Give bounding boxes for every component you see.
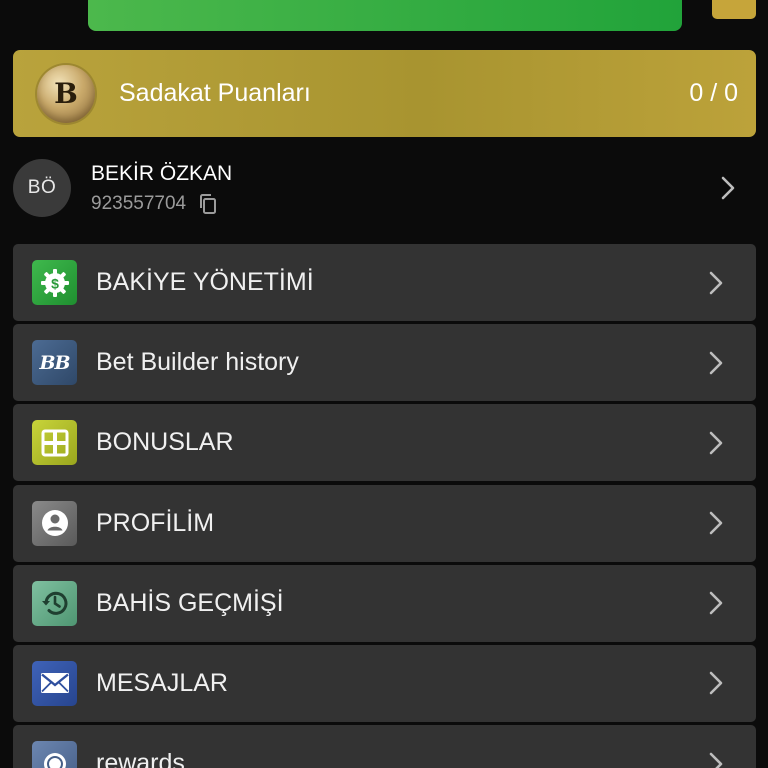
chevron-right-icon bbox=[702, 669, 730, 697]
top-gold-button[interactable] bbox=[712, 0, 756, 19]
chevron-right-icon bbox=[702, 429, 730, 457]
avatar-initials: BÖ bbox=[27, 177, 57, 198]
loyalty-title: Sadakat Puanları bbox=[119, 79, 311, 107]
bonus-gift-icon bbox=[32, 420, 77, 466]
menu-item-rewards[interactable]: rewards bbox=[13, 725, 756, 768]
top-action-button[interactable] bbox=[88, 0, 682, 31]
user-profile-row[interactable]: BÖ BEKİR ÖZKAN 923557704 bbox=[13, 150, 756, 226]
chevron-right-icon bbox=[702, 349, 730, 377]
loyalty-value: 0 / 0 bbox=[689, 79, 738, 107]
menu-item-bet-builder-history[interactable]: BB Bet Builder history bbox=[13, 324, 756, 402]
menu-item-bonuses[interactable]: BONUSLAR bbox=[13, 404, 756, 482]
loyalty-badge-letter: B bbox=[54, 77, 78, 110]
menu-item-label: BAKİYE YÖNETİMİ bbox=[96, 268, 314, 296]
menu-item-label: PROFİLİM bbox=[96, 508, 215, 537]
menu-item-balance-management[interactable]: $ BAKİYE YÖNETİMİ bbox=[13, 244, 756, 321]
bet-builder-icon: BB bbox=[32, 340, 77, 386]
menu-item-messages[interactable]: MESAJLAR bbox=[13, 644, 756, 722]
chevron-right-icon bbox=[702, 509, 730, 537]
chevron-right-icon bbox=[702, 589, 730, 617]
chevron-right-icon bbox=[702, 269, 730, 297]
menu-item-label: rewards bbox=[96, 749, 185, 768]
user-id-line: 923557704 bbox=[91, 193, 714, 215]
envelope-icon bbox=[32, 660, 77, 706]
user-id: 923557704 bbox=[91, 192, 187, 214]
user-info: BEKİR ÖZKAN 923557704 bbox=[91, 162, 714, 215]
loyalty-badge-icon: B bbox=[37, 64, 95, 123]
account-menu-list: $ BAKİYE YÖNETİMİ BB Bet Builder history bbox=[13, 244, 756, 768]
bet-builder-icon-text: BB bbox=[39, 351, 70, 374]
loyalty-points-banner[interactable]: B Sadakat Puanları 0 / 0 bbox=[13, 50, 756, 137]
menu-item-label: BONUSLAR bbox=[96, 428, 234, 457]
menu-item-bet-history[interactable]: BAHİS GEÇMİŞİ bbox=[13, 564, 756, 642]
history-clock-icon bbox=[32, 580, 77, 626]
menu-item-profile[interactable]: PROFİLİM bbox=[13, 484, 756, 562]
rewards-icon bbox=[32, 741, 77, 768]
menu-item-label: BAHİS GEÇMİŞİ bbox=[96, 588, 284, 617]
balance-gear-dollar-icon: $ bbox=[32, 260, 77, 305]
chevron-right-icon bbox=[714, 174, 742, 202]
profile-user-icon bbox=[32, 500, 77, 546]
account-menu-page: B Sadakat Puanları 0 / 0 BÖ BEKİR ÖZKAN … bbox=[0, 0, 768, 768]
copy-icon[interactable] bbox=[198, 193, 218, 215]
menu-item-label: MESAJLAR bbox=[96, 668, 228, 697]
menu-item-label: Bet Builder history bbox=[96, 348, 299, 377]
svg-text:$: $ bbox=[51, 275, 59, 291]
user-name: BEKİR ÖZKAN bbox=[91, 161, 233, 185]
avatar: BÖ bbox=[13, 159, 71, 217]
chevron-right-icon bbox=[702, 750, 730, 768]
